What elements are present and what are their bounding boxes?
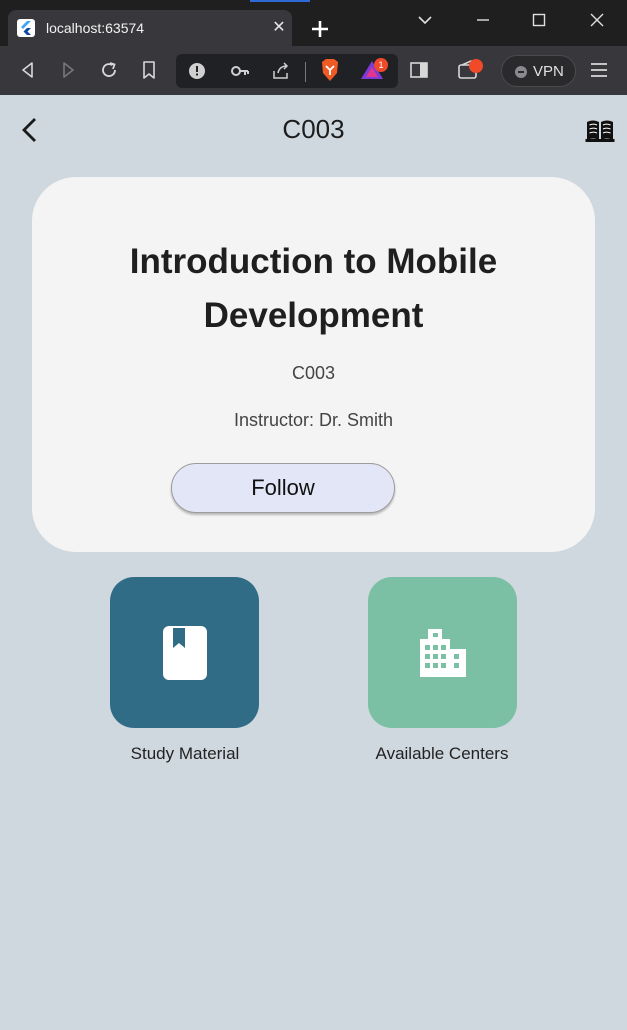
app-viewport: C003 Introduction to Mobile Development … — [1, 95, 626, 1029]
rewards-count-badge: 1 — [374, 58, 388, 72]
vpn-label: VPN — [533, 63, 564, 80]
forward-nav-icon[interactable] — [56, 58, 80, 82]
tab-title: localhost:63574 — [46, 20, 145, 36]
close-window-icon[interactable] — [585, 8, 609, 32]
book-icon — [162, 625, 207, 680]
maximize-icon[interactable] — [527, 8, 551, 32]
course-instructor: Instructor: Dr. Smith — [233, 410, 394, 430]
new-tab-icon[interactable] — [308, 17, 332, 41]
bookmark-icon[interactable] — [137, 58, 161, 82]
vpn-button[interactable]: VPN — [501, 55, 576, 87]
vpn-status-icon — [515, 66, 527, 78]
course-name: Introduction to Mobile Development — [129, 242, 498, 335]
building-icon — [419, 628, 466, 677]
back-nav-icon[interactable] — [16, 58, 40, 82]
app-bar-title: C003 — [282, 114, 345, 144]
follow-button[interactable]: Follow — [171, 463, 395, 513]
sidebar-toggle-icon[interactable] — [407, 58, 431, 82]
brave-rewards[interactable]: 1 — [360, 57, 388, 83]
flutter-favicon-icon — [17, 19, 35, 37]
brave-shields-icon[interactable] — [318, 57, 342, 83]
share-icon[interactable] — [271, 61, 291, 81]
study-material-tile[interactable] — [110, 577, 259, 728]
available-centers-tile[interactable] — [368, 577, 517, 728]
browser-tab-strip: localhost:63574 ✕ — [0, 0, 627, 46]
tab-strip-accent — [250, 0, 310, 2]
menu-hamburger-icon[interactable] — [587, 58, 611, 82]
wallet-notification-dot — [469, 59, 483, 73]
reload-icon[interactable] — [97, 58, 121, 82]
minimize-icon[interactable] — [471, 8, 495, 32]
browser-toolbar: 1 VPN — [0, 46, 627, 95]
browser-tab[interactable]: localhost:63574 ✕ — [8, 10, 292, 46]
available-centers-label: Available Centers — [375, 744, 509, 763]
tab-close-icon[interactable]: ✕ — [270, 19, 288, 37]
password-key-icon[interactable] — [230, 62, 250, 80]
toolbar-divider — [305, 62, 306, 82]
tab-search-chevron-icon[interactable] — [413, 8, 437, 32]
course-code: C003 — [291, 363, 336, 383]
menu-book-icon[interactable] — [585, 117, 615, 143]
wallet-button[interactable] — [456, 57, 486, 83]
site-info-icon[interactable] — [188, 62, 206, 80]
study-material-label: Study Material — [130, 744, 240, 763]
